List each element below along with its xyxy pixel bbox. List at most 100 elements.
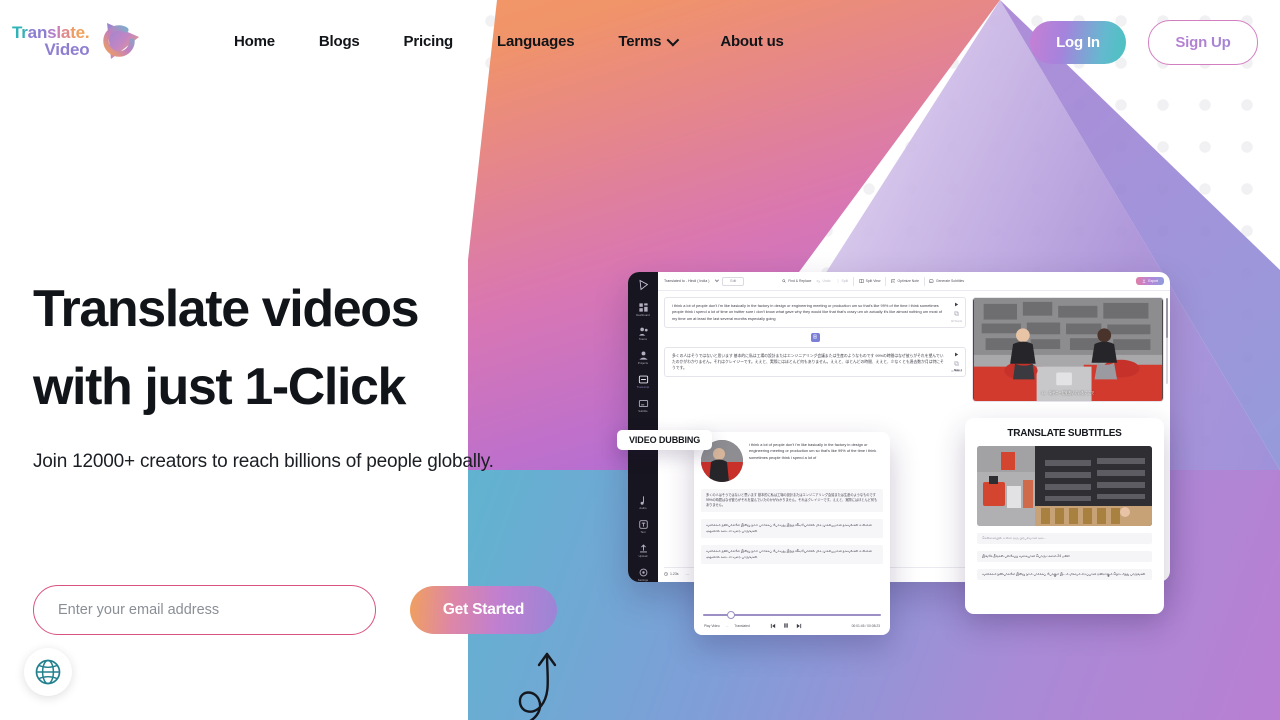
text-icon — [638, 520, 648, 529]
dubbing-player: Play Video ⏤ Translated 00:01:45 / 00:08… — [701, 611, 883, 635]
progress-knob[interactable] — [727, 611, 735, 619]
split-view-button[interactable]: Split View — [858, 279, 880, 283]
hero-copy: Translate videos with just 1-Click Join … — [33, 270, 553, 476]
sidebar-item-teams[interactable]: Teams — [638, 326, 649, 341]
generate-subtitles-button[interactable]: Generate Subtitles — [929, 279, 964, 284]
street-scene-image — [977, 446, 1152, 526]
sidebar-item-subtitle-label: Subtitle — [638, 409, 648, 413]
split-button[interactable]: Split — [836, 279, 848, 283]
undo-label: Undo — [822, 279, 831, 283]
sidebar-item-dashboard[interactable]: Dashboard — [636, 302, 650, 317]
dubbing-block-ta-1: வணக்கம் நண்பர்களே இன்று நாம் பார்க்கப் ப… — [701, 519, 883, 539]
play-video-label[interactable]: Play Video — [704, 624, 720, 628]
video-dubbing-card: i think a lot of people don't i'm like b… — [694, 432, 890, 635]
sidebar-item-audio-label: Audio — [639, 507, 647, 510]
time-dash: — — [685, 572, 690, 576]
translated-transcript-text: 多くの人はそうではないと思います 基本的に私は工場の設計またはエンジニアリング会… — [672, 353, 944, 371]
dashboard-icon — [638, 303, 648, 312]
time-in-control[interactable]: 1.23s — [664, 572, 679, 576]
get-started-button[interactable]: Get Started — [410, 586, 557, 634]
subtitle-line-3: வணக்கம் நண்பர்களே இன்று நாம் பார்க்கப் ப… — [977, 569, 1152, 581]
sidebar-item-upload-label: Upload — [638, 555, 648, 558]
play-icon[interactable] — [954, 302, 959, 307]
projects-icon — [638, 351, 648, 360]
find-replace-label: Find & Replace — [788, 279, 812, 283]
undo-button[interactable]: Undo — [816, 279, 831, 283]
toolbar-divider — [853, 276, 854, 286]
transcript-icon — [638, 375, 648, 384]
sidebar-item-subtitle[interactable]: Subtitle — [638, 398, 649, 413]
find-replace-button[interactable]: Find & Replace — [782, 279, 811, 283]
sidebar-item-audio[interactable]: Audio — [638, 495, 649, 510]
page-title: Translate videos with just 1-Click — [33, 270, 553, 426]
copy-icon[interactable] — [954, 311, 959, 316]
signup-button[interactable]: Sign Up — [1148, 20, 1258, 65]
sidebar-item-transcript[interactable]: Transcript — [637, 374, 649, 389]
time-display: 00:01:45 / 00:08:23 — [851, 623, 880, 628]
hero-cta-row: Get Started — [33, 585, 557, 635]
nav-pricing[interactable]: Pricing — [382, 23, 475, 60]
optimize-button[interactable]: Optimize Note — [891, 278, 919, 284]
toggle-switch[interactable]: ⏤ — [726, 624, 729, 628]
editor-sidebar: Dashboard Teams Projects Transcript Subt… — [628, 272, 658, 582]
generate-subtitles-label: Generate Subtitles — [935, 279, 965, 283]
source-transcript-box[interactable]: i think a lot of people don't i'm like b… — [664, 297, 966, 328]
sidebar-item-text[interactable]: Text — [638, 519, 649, 534]
sidebar-item-settings-label: Settings — [637, 579, 649, 582]
pause-icon[interactable] — [783, 622, 789, 629]
export-button[interactable]: Export — [1136, 277, 1164, 285]
page-root: Translate. Video Home Blogs Pricing Lang… — [0, 0, 1280, 720]
language-chip[interactable]: 日 — [810, 332, 820, 342]
sidebar-item-upload[interactable]: Upload — [638, 543, 649, 558]
nav-home-label: Home — [234, 32, 275, 50]
brand-name-line1: Translate. — [12, 22, 90, 42]
nav-blogs[interactable]: Blogs — [297, 23, 382, 60]
sidebar-item-transcript-label: Transcript — [636, 385, 650, 389]
hero-title-line1: Translate videos — [33, 280, 420, 338]
previous-icon[interactable] — [770, 623, 776, 629]
edit-chip[interactable]: Edit — [722, 276, 745, 286]
translated-transcript-box[interactable]: 多くの人はそうではないと思います 基本的に私は工場の設計またはエンジニアリング会… — [664, 346, 966, 378]
video-preview[interactable]: い、 なゲニーだを言いている ここで — [972, 297, 1164, 402]
sidebar-item-projects[interactable]: Projects — [638, 350, 649, 365]
hero-subtitle: Join 12000+ creators to reach billions o… — [33, 451, 494, 472]
nav-about-us[interactable]: About us — [698, 23, 805, 60]
dubbing-quote-row: i think a lot of people don't i'm like b… — [701, 440, 883, 482]
translated-label[interactable]: Translated — [734, 624, 749, 628]
brand-logo[interactable]: Translate. Video — [12, 15, 182, 67]
next-icon[interactable] — [796, 623, 802, 629]
progress-slider[interactable] — [703, 611, 881, 619]
subtitle-icon — [638, 399, 648, 407]
scrollbar-thumb[interactable] — [1166, 298, 1168, 338]
subtitle-line-1: சென்னையில் உள்ள ஒரு பிரபலமான கடை — [977, 533, 1152, 545]
play-icon[interactable] — [954, 352, 959, 357]
auth-buttons: Log In Sign Up — [1030, 20, 1258, 65]
optimize-label: Optimize Note — [897, 279, 919, 283]
time-in-label: 1.23s — [670, 572, 679, 576]
nav-languages-label: Languages — [497, 32, 575, 50]
subtitles-preview-image[interactable] — [977, 446, 1152, 526]
split-icon — [837, 279, 838, 283]
sidebar-item-text-label: Text — [640, 531, 646, 534]
language-globe-button[interactable] — [24, 648, 72, 696]
login-button[interactable]: Log In — [1030, 21, 1126, 64]
nav-languages[interactable]: Languages — [475, 23, 596, 60]
main-navigation: Home Blogs Pricing Languages Terms About… — [212, 23, 806, 60]
sidebar-item-settings[interactable]: Settings — [638, 567, 649, 582]
dubbing-block-ta-2: வணக்கம் நண்பர்களே இன்று நாம் பார்க்கப் ப… — [701, 545, 883, 565]
nav-terms-label: Terms — [618, 32, 662, 50]
sidebar-item-teams-label: Teams — [638, 337, 648, 341]
copy-icon[interactable] — [954, 361, 959, 366]
email-input[interactable] — [33, 585, 376, 635]
chevron-down-icon[interactable] — [715, 277, 720, 282]
chevron-down-icon — [666, 33, 680, 46]
sidebar-item-projects-label: Projects — [637, 361, 649, 365]
nav-home[interactable]: Home — [212, 23, 297, 60]
subtitle-line-2: இங்கே நீங்கள் பல்வேறு வகையான பொருட்களை 2… — [977, 551, 1152, 563]
play-circle-logo-icon — [103, 23, 140, 59]
arrow-squiggle-icon — [518, 652, 557, 720]
translated-to-label[interactable]: Translated to - Hindi ( India ) — [664, 279, 709, 283]
dubbing-block-ja: 多くの人はそうではないと思います 基本的に私は工場の設計またはエンジニアリング会… — [701, 489, 883, 513]
nav-terms[interactable]: Terms — [596, 23, 698, 60]
site-header: Translate. Video Home Blogs Pricing Lang… — [0, 0, 1280, 82]
